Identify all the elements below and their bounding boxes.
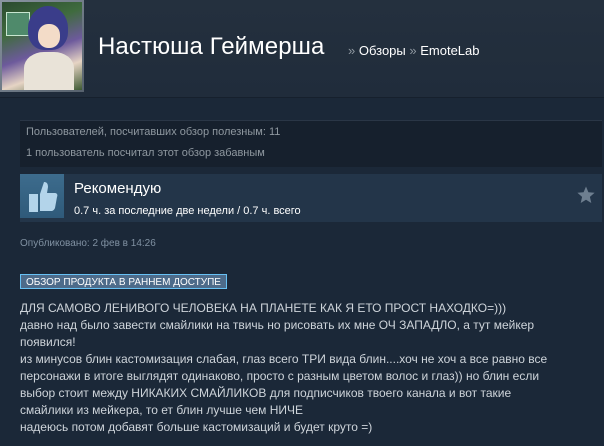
recommendation-box: Рекомендую 0.7 ч. за последние две недел… xyxy=(20,174,602,222)
review-line: давно над было завести смайлики на твичь… xyxy=(20,318,535,332)
review-line: ДЛЯ САМОВО ЛЕНИВОГО ЧЕЛОВЕКА НА ПЛАНЕТЕ … xyxy=(20,301,507,315)
early-access-badge: ОБЗОР ПРОДУКТА В РАННЕМ ДОСТУПЕ xyxy=(20,274,227,289)
review-line: персонажи в итоге выглядят одинаково, пр… xyxy=(20,369,540,383)
review-ratings-box: Пользователей, посчитавших обзор полезны… xyxy=(20,120,602,167)
playtime-hours: 0.7 ч. за последние две недели / 0.7 ч. … xyxy=(74,205,301,217)
review-body: ДЛЯ САМОВО ЛЕНИВОГО ЧЕЛОВЕКА НА ПЛАНЕТЕ … xyxy=(20,300,604,436)
avatar-face-detail xyxy=(38,24,60,48)
breadcrumb-separator: » xyxy=(409,43,417,58)
breadcrumb-reviews-link[interactable]: Обзоры xyxy=(359,43,406,58)
thumbs-up-icon xyxy=(20,174,64,218)
avatar-body-detail xyxy=(24,52,74,90)
funny-count: 1 пользователь посчитал этот обзор забав… xyxy=(26,147,265,159)
avatar-screen-detail xyxy=(6,12,30,36)
review-line: выбор стоит между НИКАКИХ СМАЙЛИКОВ для … xyxy=(20,386,512,400)
avatar[interactable] xyxy=(0,0,84,92)
breadcrumb: » Обзоры » EmoteLab xyxy=(348,43,480,58)
avatar-image xyxy=(2,2,82,90)
review-line: появился! xyxy=(20,335,76,349)
profile-header: Настюша Геймерша » Обзоры » EmoteLab xyxy=(0,0,604,97)
breadcrumb-separator: » xyxy=(348,43,356,58)
star-icon[interactable] xyxy=(576,185,596,205)
recommendation-title: Рекомендую xyxy=(74,180,162,197)
profile-name-link[interactable]: Настюша Геймерша xyxy=(98,33,324,61)
breadcrumb-game-link[interactable]: EmoteLab xyxy=(420,43,479,58)
posted-date: Опубликовано: 2 фев в 14:26 xyxy=(20,238,156,249)
review-line: надеюсь потом добавят больше кастомизаци… xyxy=(20,420,373,434)
review-line: смайлики из мейкера, то ет блин лучше че… xyxy=(20,403,304,417)
review-line: из минусов блин кастомизация слабая, гла… xyxy=(20,352,548,366)
helpful-count: Пользователей, посчитавших обзор полезны… xyxy=(26,126,281,138)
